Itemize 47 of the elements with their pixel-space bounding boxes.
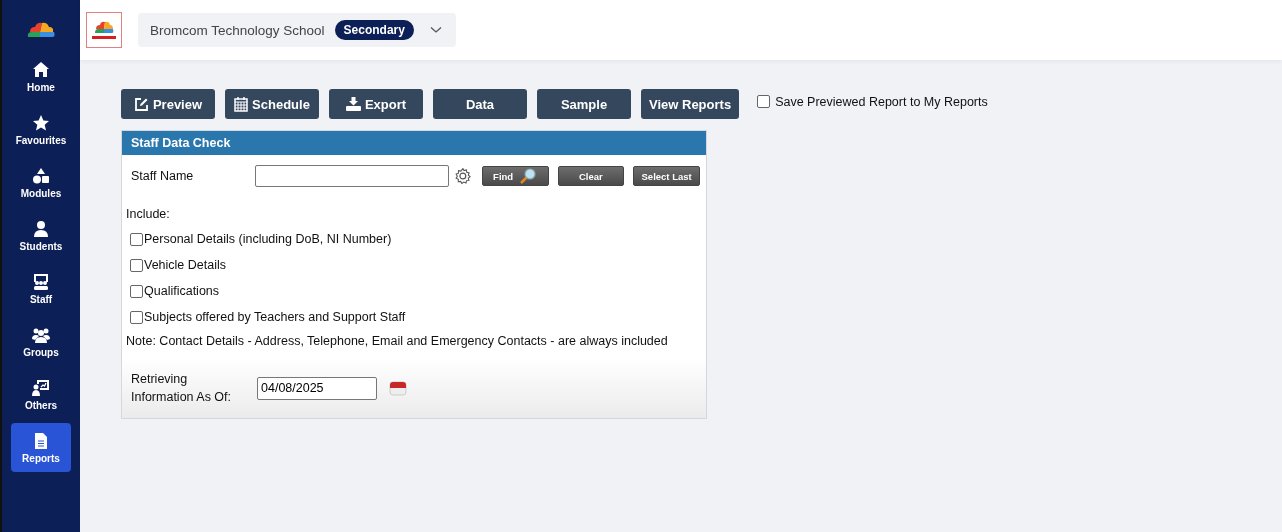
date-label: Retrieving Information As Of: xyxy=(131,371,233,406)
action-button[interactable]: Clear xyxy=(557,166,625,186)
action-button[interactable]: Find xyxy=(481,166,549,186)
presentation-icon xyxy=(32,272,50,291)
calendar-icon xyxy=(234,96,249,112)
sidebar-item[interactable]: Reports xyxy=(11,423,71,472)
action-button[interactable]: Select Last xyxy=(633,166,700,186)
option-checkbox[interactable]: Subjects offered by Teachers and Support Staff xyxy=(122,304,706,325)
sidebar-item[interactable]: Favourites xyxy=(11,105,71,154)
option-checkbox[interactable]: Personal Details (including DoB, NI Number) xyxy=(122,226,706,247)
star-icon xyxy=(32,113,50,132)
cloud-logo-icon xyxy=(26,20,56,38)
calendar-icon[interactable] xyxy=(389,380,407,396)
chart-board-icon xyxy=(32,378,50,397)
settings-icon[interactable] xyxy=(454,167,472,185)
date-field[interactable]: 04/08/2025 xyxy=(257,376,377,400)
chevron-down-icon xyxy=(429,26,442,34)
magnifier-icon xyxy=(519,167,538,185)
home-icon xyxy=(32,60,50,79)
include-label: Include: xyxy=(125,206,171,221)
toolbar-button[interactable]: Export xyxy=(329,89,423,119)
bromcom-logo xyxy=(86,12,122,48)
toolbar-button[interactable]: View Reports xyxy=(641,89,740,119)
toolbar-button[interactable]: Sample xyxy=(537,89,631,119)
document-icon xyxy=(32,431,50,450)
note-text: Note: Contact Details - Address, Telephone, Email and Emergency Contacts - are always included xyxy=(125,333,669,350)
shapes-icon xyxy=(32,166,50,185)
save-report-checkbox[interactable]: Save Previewed Report to My Reports xyxy=(757,94,988,109)
sidebar-item[interactable]: Students xyxy=(11,211,71,260)
toolbar-button[interactable]: Preview xyxy=(121,89,215,119)
school-selector[interactable]: Bromcom Technology School Secondary xyxy=(138,13,456,47)
field-label: Staff Name xyxy=(131,169,195,183)
sidebar-item[interactable]: Home xyxy=(11,52,71,101)
edit-icon xyxy=(133,96,149,112)
sidebar-item[interactable]: Others xyxy=(11,370,71,419)
panel-title: Staff Data Check xyxy=(122,131,706,155)
option-checkbox[interactable]: Vehicle Details xyxy=(122,252,706,273)
sidebar-item[interactable]: Modules xyxy=(11,158,71,207)
staff-name-field[interactable] xyxy=(254,165,450,187)
toolbar-button[interactable]: Data xyxy=(433,89,527,119)
sidebar-item[interactable]: Staff xyxy=(11,264,71,313)
phase-badge: Secondary xyxy=(334,20,414,40)
download-icon xyxy=(345,97,361,111)
toolbar-button[interactable]: Schedule xyxy=(225,89,319,119)
person-icon xyxy=(32,219,50,238)
option-checkbox[interactable]: Qualifications xyxy=(122,278,706,299)
sidebar-item[interactable]: Groups xyxy=(11,317,71,366)
